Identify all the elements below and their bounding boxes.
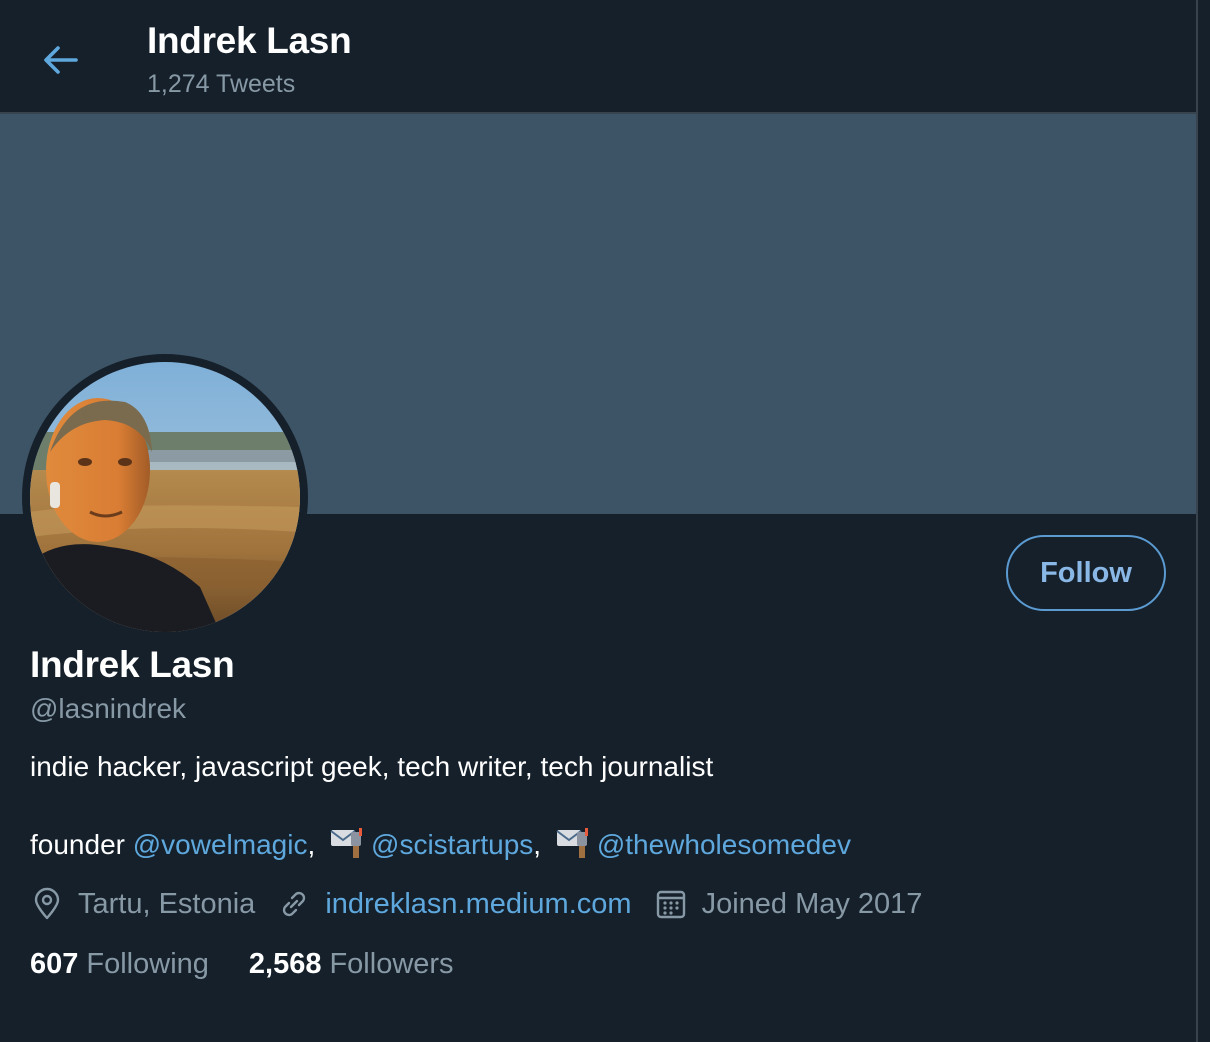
joined-text: Joined May 2017 bbox=[701, 887, 923, 920]
bio-founder-text: founder bbox=[30, 829, 125, 860]
location-pin-icon bbox=[30, 887, 64, 921]
bio-line-1: indie hacker, javascript geek, tech writ… bbox=[30, 751, 714, 782]
bio-separator: , bbox=[307, 829, 316, 860]
following-label: Following bbox=[86, 947, 209, 980]
followers-label: Followers bbox=[329, 947, 454, 980]
bio-line-2: founder @vowelmagic, @scistartups, @thew… bbox=[30, 826, 851, 861]
display-name: Indrek Lasn bbox=[30, 644, 235, 685]
bio-separator: , bbox=[533, 829, 542, 860]
mention-thewholesomedev[interactable]: @thewholesomedev bbox=[597, 829, 851, 860]
right-gutter bbox=[1198, 0, 1210, 1042]
profile-meta: Tartu, Estonia indreklasn.medium.com Joi… bbox=[30, 884, 944, 924]
follow-button[interactable]: Follow bbox=[1006, 535, 1166, 611]
link-icon bbox=[277, 887, 311, 921]
profile-header: Indrek Lasn 1,274 Tweets bbox=[0, 0, 1196, 114]
mailbox-icon bbox=[555, 826, 591, 858]
profile-page: Indrek Lasn 1,274 Tweets Follow Indrek L… bbox=[0, 0, 1210, 1042]
tweet-count: 1,274 Tweets bbox=[147, 70, 296, 98]
followers-stat[interactable]: 2,568 Followers bbox=[249, 948, 454, 981]
profile-column: Indrek Lasn 1,274 Tweets Follow Indrek L… bbox=[0, 0, 1196, 1042]
calendar-icon bbox=[654, 887, 688, 921]
follow-stats: 607 Following 2,568 Followers bbox=[30, 944, 494, 984]
website-link[interactable]: indreklasn.medium.com bbox=[325, 888, 631, 921]
avatar[interactable] bbox=[22, 354, 308, 640]
joined-item: Joined May 2017 bbox=[654, 887, 923, 921]
location-text: Tartu, Estonia bbox=[78, 887, 256, 920]
location-item: Tartu, Estonia bbox=[30, 887, 255, 921]
arrow-left-icon bbox=[41, 43, 79, 82]
following-stat[interactable]: 607 Following bbox=[30, 948, 209, 981]
following-count: 607 bbox=[30, 947, 79, 980]
mention-scistartups[interactable]: @scistartups bbox=[371, 829, 533, 860]
mention-vowelmagic[interactable]: @vowelmagic bbox=[133, 829, 308, 860]
mailbox-icon bbox=[329, 826, 365, 858]
back-button[interactable] bbox=[30, 34, 90, 90]
followers-count: 2,568 bbox=[248, 947, 322, 980]
header-title: Indrek Lasn bbox=[147, 20, 352, 61]
website-item[interactable]: indreklasn.medium.com bbox=[277, 887, 632, 921]
user-handle: @lasnindrek bbox=[30, 693, 187, 724]
avatar-photo bbox=[30, 362, 300, 632]
